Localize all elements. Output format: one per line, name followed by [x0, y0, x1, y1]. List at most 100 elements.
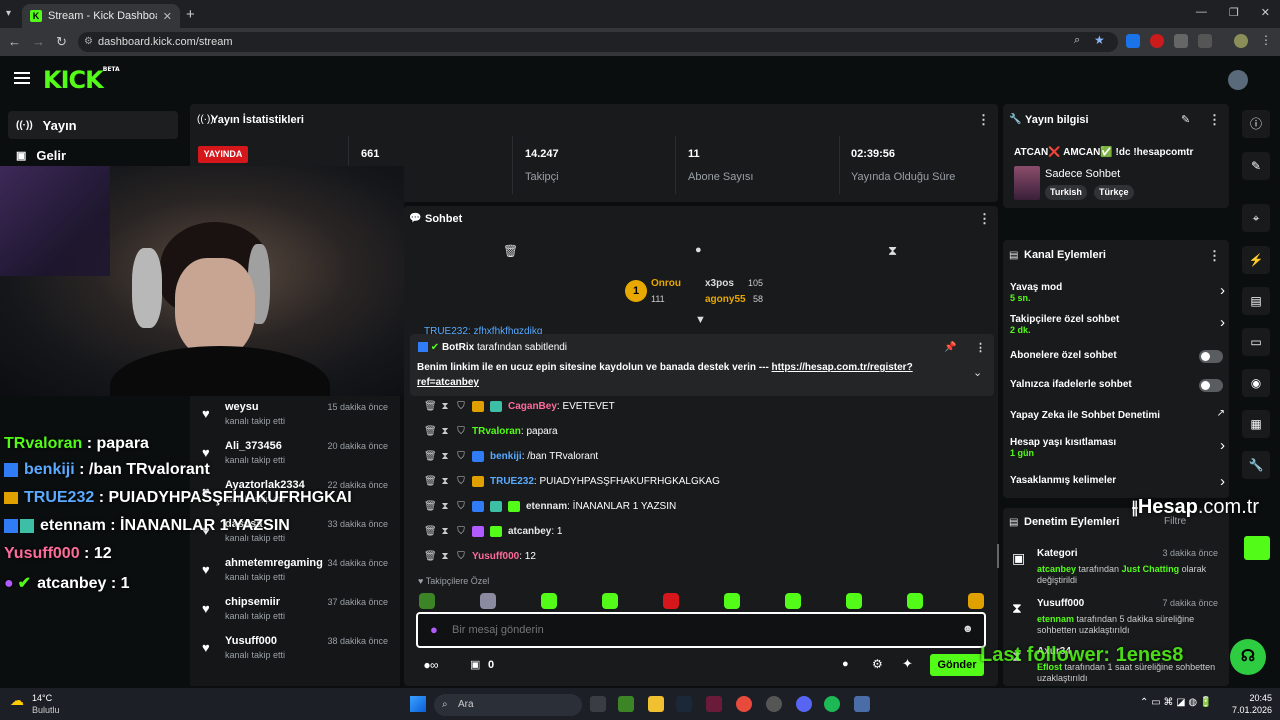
close-tab-icon[interactable]: ✕	[163, 10, 172, 23]
delete-message-icon[interactable]: 🗑	[424, 551, 437, 562]
ban-shield-icon[interactable]: ⛉	[456, 451, 466, 462]
quick-emote-icon[interactable]	[541, 593, 557, 609]
timeout-hourglass-icon[interactable]: ⧗	[440, 526, 450, 537]
system-tray-icons[interactable]: ⌃ ▭ ⌘ ◪ ◍ 🔋	[1140, 697, 1212, 708]
user-avatar[interactable]	[1228, 70, 1248, 90]
chat-bubble-icon[interactable]: ●	[842, 658, 849, 670]
sidebar-item-stream[interactable]: ((·)) Yayın	[8, 111, 178, 139]
delete-message-icon[interactable]: 🗑	[424, 401, 437, 412]
extension-translate-icon[interactable]	[1126, 34, 1140, 48]
edit-pencil-icon[interactable]: ✎	[1181, 113, 1190, 126]
chat-username[interactable]: benkiji	[490, 451, 522, 462]
banned-words-row[interactable]: Yasaklanmış kelimeler ›	[1010, 473, 1225, 490]
kick-logo[interactable]: KICKBETA	[43, 66, 120, 94]
timeout-hourglass-icon[interactable]: ⧗	[440, 451, 450, 462]
stats-menu-icon[interactable]: ⋮	[977, 112, 990, 128]
infinity-icon[interactable]: ⦁∞	[424, 658, 439, 673]
wrench-icon[interactable]: 🔧	[1242, 451, 1270, 479]
chat-input[interactable]	[452, 620, 952, 640]
timeout-hourglass-icon[interactable]: ⧗	[440, 476, 450, 487]
hamburger-menu-icon[interactable]	[14, 72, 30, 84]
pinned-menu-icon[interactable]: ⋮	[975, 341, 986, 354]
emotes-chat-toggle[interactable]	[1199, 379, 1223, 392]
subs-chat-toggle[interactable]	[1199, 350, 1223, 363]
stream-info-menu-icon[interactable]: ⋮	[1208, 112, 1221, 128]
browser-tab[interactable]: K Stream - Kick Dashboard ✕	[22, 4, 180, 28]
ban-shield-icon[interactable]: ⛉	[456, 551, 466, 562]
chat-scrollbar[interactable]	[997, 544, 999, 568]
info-icon[interactable]: ⓘ	[1242, 110, 1270, 138]
chat-username[interactable]: TRvaloran	[472, 426, 521, 437]
chat-username[interactable]: atcanbey	[508, 526, 551, 537]
back-icon[interactable]: ←	[8, 34, 21, 49]
hourglass-icon[interactable]: ⧗	[888, 243, 897, 259]
followers-chat-row[interactable]: Takipçilere özel sohbet 2 dk. ›	[1010, 314, 1225, 340]
url-field[interactable]: ⚙ dashboard.kick.com/stream	[78, 32, 1118, 52]
expand-chevron-icon[interactable]: ⌄	[973, 366, 982, 379]
quick-emote-icon[interactable]	[785, 593, 801, 609]
chrome-icon[interactable]	[736, 696, 752, 712]
channel-actions-menu-icon[interactable]: ⋮	[1208, 248, 1221, 264]
timeout-hourglass-icon[interactable]: ⧗	[440, 401, 450, 412]
mic-icon[interactable]: ●	[430, 622, 438, 637]
ban-shield-icon[interactable]: ⛉	[456, 526, 466, 537]
pin-icon[interactable]: 📌	[944, 342, 956, 353]
quick-emote-icon[interactable]	[724, 593, 740, 609]
restore-icon[interactable]: ❐	[1229, 6, 1239, 19]
weather-icon[interactable]: ☁	[10, 692, 24, 709]
zoom-icon[interactable]: ⌕	[1074, 34, 1080, 47]
bot-icon[interactable]: ✦	[902, 656, 913, 672]
profile-icon[interactable]	[1234, 34, 1248, 48]
quick-emote-icon[interactable]	[663, 593, 679, 609]
chat-username[interactable]: etennam	[526, 501, 567, 512]
quick-emote-icon[interactable]	[480, 593, 496, 609]
chat-username[interactable]: CaganBey	[508, 401, 557, 412]
new-tab-icon[interactable]: +	[186, 6, 195, 23]
reload-icon[interactable]: ↻	[56, 34, 67, 50]
broadcast-icon[interactable]: ◉	[1242, 369, 1270, 397]
extensions-puzzle-icon[interactable]	[1198, 34, 1212, 48]
chat-username[interactable]: TRUE232	[490, 476, 534, 487]
windows-start-icon[interactable]	[410, 696, 426, 712]
quick-emote-icon[interactable]	[968, 593, 984, 609]
store-icon[interactable]: ▣	[470, 658, 480, 671]
close-window-icon[interactable]: ✕	[1261, 6, 1270, 19]
app-icon[interactable]	[706, 696, 722, 712]
quick-emote-icon[interactable]	[907, 593, 923, 609]
app-icon[interactable]	[854, 696, 870, 712]
chat-icon[interactable]: ▭	[1242, 328, 1270, 356]
file-explorer-icon[interactable]	[648, 696, 664, 712]
lightning-icon[interactable]: ⚡	[1242, 246, 1270, 274]
document-icon[interactable]: ▤	[1242, 287, 1270, 315]
ban-shield-icon[interactable]: ⛉	[456, 476, 466, 487]
ban-shield-icon[interactable]: ⛉	[456, 501, 466, 512]
minimize-icon[interactable]: —	[1196, 6, 1207, 19]
camera-focus-icon[interactable]: ⌖	[1242, 204, 1270, 232]
tag[interactable]: Turkish	[1045, 185, 1087, 200]
layout-icon[interactable]: ▦	[1242, 410, 1270, 438]
delete-message-icon[interactable]: 🗑	[424, 476, 437, 487]
timeout-hourglass-icon[interactable]: ⧗	[440, 501, 450, 512]
slow-mode-row[interactable]: Yavaş mod 5 sn. ›	[1010, 282, 1225, 308]
chat-bubble-icon[interactable]: ●	[695, 244, 702, 256]
steam-icon[interactable]	[676, 696, 692, 712]
delete-message-icon[interactable]: 🗑	[424, 451, 437, 462]
chat-menu-icon[interactable]: ⋮	[978, 211, 991, 227]
chat-username[interactable]: Yusuff000	[472, 551, 519, 562]
bookmark-star-icon[interactable]: ★	[1094, 33, 1105, 47]
timeout-hourglass-icon[interactable]: ⧗	[440, 426, 450, 437]
add-widget-icon[interactable]	[1244, 536, 1270, 560]
discord-icon[interactable]	[796, 696, 812, 712]
taskbar-search[interactable]: ⌕ Ara	[434, 694, 582, 716]
delete-message-icon[interactable]: 🗑	[424, 526, 437, 537]
quick-emote-icon[interactable]	[846, 593, 862, 609]
sidebar-item-revenue[interactable]: ▣ Gelir	[8, 141, 178, 169]
site-info-icon[interactable]: ⚙	[84, 32, 93, 52]
minecraft-icon[interactable]	[618, 696, 634, 712]
quick-emote-icon[interactable]	[419, 593, 435, 609]
edit-icon[interactable]: ✎	[1242, 152, 1270, 180]
forward-icon[interactable]: →	[32, 34, 45, 49]
scroll-down-icon[interactable]: ▼	[695, 314, 706, 326]
browser-menu-icon[interactable]: ⋮	[1260, 33, 1272, 47]
emoji-icon[interactable]: ☻	[962, 623, 974, 635]
